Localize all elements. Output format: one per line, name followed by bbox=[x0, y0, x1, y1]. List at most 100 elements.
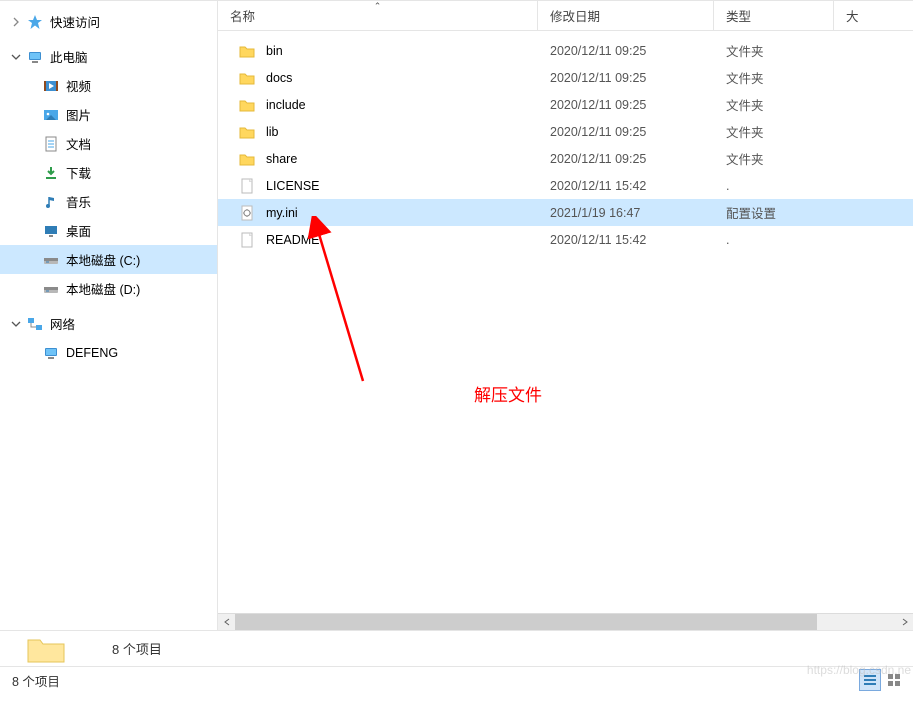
file-name: LICENSE bbox=[266, 179, 320, 193]
file-row[interactable]: docs 2020/12/11 09:25文件夹 bbox=[218, 64, 913, 91]
file-row[interactable]: lib2020/12/11 09:25文件夹 bbox=[218, 118, 913, 145]
column-header-type[interactable]: 类型 bbox=[714, 1, 834, 30]
file-date: 2020/12/11 09:25 bbox=[538, 71, 714, 85]
large-icons-view-button[interactable] bbox=[883, 669, 905, 691]
tree-label: 下载 bbox=[66, 163, 91, 182]
status-bar: 8 个项目 bbox=[0, 666, 913, 694]
tree-item-quick-access[interactable]: 快速访问 bbox=[0, 7, 217, 36]
tree-label: 此电脑 bbox=[50, 47, 88, 66]
view-mode-switcher bbox=[859, 669, 905, 691]
tree-item-local-disk-c[interactable]: 本地磁盘 (C:) bbox=[0, 245, 217, 274]
tree-label: DEFENG bbox=[66, 346, 118, 360]
horizontal-scrollbar[interactable] bbox=[218, 613, 913, 630]
tree-item-music[interactable]: 音乐 bbox=[0, 187, 217, 216]
annotation-label: 解压文件 bbox=[474, 381, 542, 406]
chevron-down-icon[interactable] bbox=[8, 316, 24, 332]
sort-ascending-icon: ⌃ bbox=[374, 1, 382, 12]
navigation-tree: 快速访问 此电脑 视频 图片 bbox=[0, 1, 218, 630]
file-date: 2021/1/19 16:47 bbox=[538, 206, 714, 220]
videos-icon bbox=[42, 77, 60, 95]
computer-icon bbox=[42, 344, 60, 362]
tree-label: 图片 bbox=[66, 105, 91, 124]
tree-item-downloads[interactable]: 下载 bbox=[0, 158, 217, 187]
details-bar: 8 个项目 bbox=[0, 630, 913, 666]
folder-icon bbox=[238, 150, 256, 168]
column-header-label: 名称 bbox=[230, 6, 255, 25]
main-area: 快速访问 此电脑 视频 图片 bbox=[0, 0, 913, 630]
folder-icon bbox=[238, 69, 256, 87]
tree-label: 视频 bbox=[66, 76, 91, 95]
tree-item-desktop[interactable]: 桌面 bbox=[0, 216, 217, 245]
scroll-left-button[interactable] bbox=[218, 614, 235, 630]
file-type: 文件夹 bbox=[714, 41, 834, 60]
column-header-label: 大 bbox=[846, 6, 859, 25]
file-name: share bbox=[266, 152, 297, 166]
file-name: README bbox=[266, 233, 319, 247]
tree-item-this-pc[interactable]: 此电脑 bbox=[0, 42, 217, 71]
column-header-date[interactable]: 修改日期 bbox=[538, 1, 714, 30]
folder-icon bbox=[238, 42, 256, 60]
tree-item-network[interactable]: 网络 bbox=[0, 309, 217, 338]
tree-label: 音乐 bbox=[66, 192, 91, 211]
settings-file-icon bbox=[238, 204, 256, 222]
file-name: bin bbox=[266, 44, 283, 58]
file-date: 2020/12/11 15:42 bbox=[538, 179, 714, 193]
file-row[interactable]: bin 2020/12/11 09:25文件夹 bbox=[218, 37, 913, 64]
downloads-icon bbox=[42, 164, 60, 182]
scroll-track[interactable] bbox=[235, 614, 896, 630]
folder-icon bbox=[238, 96, 256, 114]
tree-item-pictures[interactable]: 图片 bbox=[0, 100, 217, 129]
column-headers: ⌃ 名称 修改日期 类型 大 bbox=[218, 1, 913, 31]
item-count: 8 个项目 bbox=[112, 639, 162, 658]
tree-item-local-disk-d[interactable]: 本地磁盘 (D:) bbox=[0, 274, 217, 303]
file-row[interactable]: LICENSE2020/12/11 15:42. bbox=[218, 172, 913, 199]
this-pc-icon bbox=[26, 48, 44, 66]
disk-icon bbox=[42, 280, 60, 298]
documents-icon bbox=[42, 135, 60, 153]
folder-large-icon bbox=[16, 634, 76, 664]
file-name: my.ini bbox=[266, 206, 298, 220]
tree-label: 本地磁盘 (C:) bbox=[66, 250, 140, 269]
column-header-size[interactable]: 大 bbox=[834, 1, 884, 30]
file-date: 2020/12/11 09:25 bbox=[538, 152, 714, 166]
file-icon bbox=[238, 177, 256, 195]
file-type: 文件夹 bbox=[714, 122, 834, 141]
file-row[interactable]: share 2020/12/11 09:25文件夹 bbox=[218, 145, 913, 172]
file-name: include bbox=[266, 98, 306, 112]
chevron-down-icon[interactable] bbox=[8, 49, 24, 65]
file-row[interactable]: include2020/12/11 09:25文件夹 bbox=[218, 91, 913, 118]
chevron-right-icon[interactable] bbox=[8, 14, 24, 30]
disk-icon bbox=[42, 251, 60, 269]
scroll-thumb[interactable] bbox=[235, 614, 817, 630]
tree-label: 本地磁盘 (D:) bbox=[66, 279, 140, 298]
tree-label: 文档 bbox=[66, 134, 91, 153]
file-type: 文件夹 bbox=[714, 68, 834, 87]
file-list: bin2020/12/11 09:25文件夹docs2020/12/11 09:… bbox=[218, 31, 913, 253]
folder-icon bbox=[238, 123, 256, 141]
quick-access-star-icon bbox=[26, 13, 44, 31]
desktop-icon bbox=[42, 222, 60, 240]
column-header-label: 修改日期 bbox=[550, 6, 600, 25]
file-name: docs bbox=[266, 71, 292, 85]
file-row[interactable]: my.ini2021/1/19 16:47配置设置 bbox=[218, 199, 913, 226]
file-date: 2020/12/11 15:42 bbox=[538, 233, 714, 247]
file-type: 文件夹 bbox=[714, 95, 834, 114]
column-header-label: 类型 bbox=[726, 6, 751, 25]
tree-item-documents[interactable]: 文档 bbox=[0, 129, 217, 158]
file-date: 2020/12/11 09:25 bbox=[538, 44, 714, 58]
file-icon bbox=[238, 231, 256, 249]
file-type: 文件夹 bbox=[714, 149, 834, 168]
files-panel: ⌃ 名称 修改日期 类型 大 bin2020/12/11 09:25文件夹doc… bbox=[218, 1, 913, 630]
details-view-button[interactable] bbox=[859, 669, 881, 691]
file-row[interactable]: README 2020/12/11 15:42. bbox=[218, 226, 913, 253]
file-name: lib bbox=[266, 125, 279, 139]
tree-item-network-host[interactable]: DEFENG bbox=[0, 338, 217, 367]
tree-label: 快速访问 bbox=[50, 12, 100, 31]
tree-label: 桌面 bbox=[66, 221, 91, 240]
tree-item-videos[interactable]: 视频 bbox=[0, 71, 217, 100]
scroll-right-button[interactable] bbox=[896, 614, 913, 630]
column-header-name[interactable]: ⌃ 名称 bbox=[218, 1, 538, 30]
file-type: . bbox=[714, 233, 834, 247]
status-item-count: 8 个项目 bbox=[12, 671, 60, 690]
music-icon bbox=[42, 193, 60, 211]
